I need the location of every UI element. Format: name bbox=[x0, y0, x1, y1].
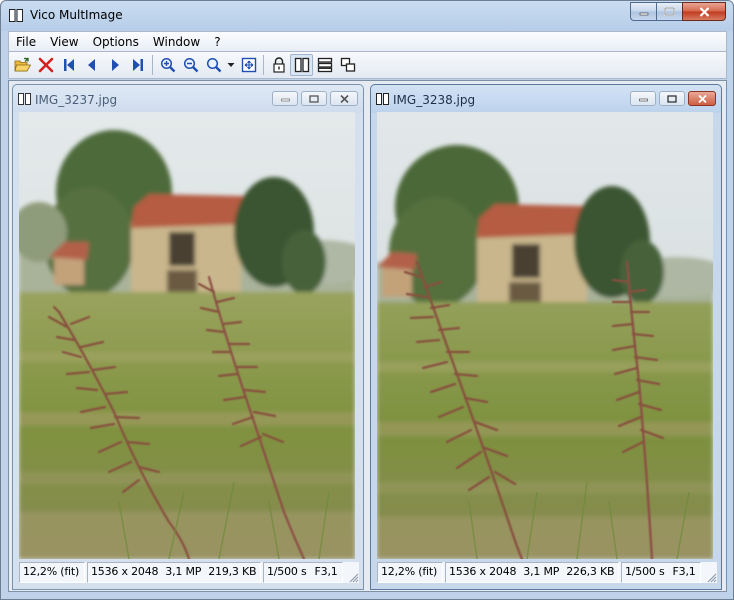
first-image-button[interactable] bbox=[57, 54, 80, 76]
zoom-in-button[interactable] bbox=[156, 54, 179, 76]
previous-image-button[interactable] bbox=[80, 54, 103, 76]
zoom-in-icon bbox=[160, 57, 175, 73]
minimize-icon bbox=[638, 98, 648, 101]
image-window-right[interactable]: IMG_3238.jpg 12,2% (fit) 1536 x 2048 3,1… bbox=[370, 84, 722, 590]
cascade-icon bbox=[340, 57, 355, 72]
next-image-icon bbox=[111, 59, 119, 71]
tile-vertical-icon bbox=[294, 57, 309, 73]
previous-image-icon bbox=[87, 59, 95, 71]
toolbar bbox=[8, 51, 727, 79]
fit-to-window-icon bbox=[241, 57, 256, 73]
close-icon bbox=[339, 94, 349, 103]
lock-button[interactable] bbox=[267, 54, 290, 76]
photo-view[interactable] bbox=[377, 112, 713, 559]
maximize-icon bbox=[309, 94, 319, 103]
maximize-icon bbox=[664, 7, 675, 16]
dimensions-status: 1536 x 2048 bbox=[449, 565, 517, 578]
mdi-client-area: IMG_3237.jpg 12,2% (fit) 1536 x 2048 3,1… bbox=[8, 80, 727, 592]
cascade-button[interactable] bbox=[336, 54, 359, 76]
resize-grip-icon[interactable] bbox=[347, 571, 359, 583]
caption-buttons bbox=[630, 2, 726, 21]
exif-status: 1/500 s F3,1 bbox=[263, 562, 343, 583]
image-window-title: IMG_3238.jpg bbox=[393, 93, 476, 107]
zoom-out-button[interactable] bbox=[179, 54, 202, 76]
aperture-status: F3,1 bbox=[314, 565, 338, 578]
image-info-status: 1536 x 2048 3,1 MP 219,3 KB bbox=[87, 562, 261, 583]
photo-image bbox=[377, 112, 713, 559]
dimensions-status: 1536 x 2048 bbox=[91, 565, 159, 578]
megapixels-status: 3,1 MP bbox=[165, 565, 202, 578]
zoom-status: 12,2% (fit) bbox=[19, 562, 85, 583]
open-button[interactable] bbox=[11, 54, 34, 76]
shutter-status: 1/500 s bbox=[267, 565, 307, 578]
app-titlebar[interactable]: Vico MultImage bbox=[1, 1, 733, 31]
filesize-status: 219,3 KB bbox=[208, 565, 257, 578]
app-window: Vico MultImage File View Options Window … bbox=[0, 0, 734, 600]
close-button[interactable] bbox=[682, 2, 726, 21]
shutter-status: 1/500 s bbox=[625, 565, 665, 578]
child-titlebar[interactable]: IMG_3237.jpg bbox=[13, 85, 363, 113]
menu-view[interactable]: View bbox=[43, 33, 85, 51]
app-logo-icon bbox=[9, 9, 23, 22]
close-icon bbox=[699, 6, 709, 17]
zoom-icon bbox=[206, 57, 221, 73]
aperture-status: F3,1 bbox=[672, 565, 696, 578]
toolbar-separator bbox=[152, 55, 153, 75]
minimize-button[interactable] bbox=[630, 2, 656, 21]
close-icon bbox=[697, 94, 707, 103]
open-folder-icon bbox=[13, 57, 31, 72]
minimize-icon bbox=[639, 12, 648, 15]
tile-horizontal-icon bbox=[317, 57, 332, 73]
image-window-left[interactable]: IMG_3237.jpg 12,2% (fit) 1536 x 2048 3,1… bbox=[12, 84, 364, 590]
zoom-button[interactable] bbox=[202, 54, 225, 76]
exif-status: 1/500 s F3,1 bbox=[621, 562, 701, 583]
child-minimize-button[interactable] bbox=[630, 91, 656, 106]
megapixels-status: 3,1 MP bbox=[523, 565, 560, 578]
image-window-icon bbox=[18, 93, 31, 105]
maximize-button[interactable] bbox=[656, 2, 682, 21]
menu-window[interactable]: Window bbox=[146, 33, 207, 51]
next-image-button[interactable] bbox=[103, 54, 126, 76]
filesize-status: 226,3 KB bbox=[566, 565, 615, 578]
fit-to-window-button[interactable] bbox=[237, 54, 260, 76]
image-info-status: 1536 x 2048 3,1 MP 226,3 KB bbox=[445, 562, 619, 583]
image-statusbar: 12,2% (fit) 1536 x 2048 3,1 MP 226,3 KB … bbox=[377, 562, 717, 583]
first-image-icon bbox=[63, 59, 74, 71]
menu-options[interactable]: Options bbox=[86, 33, 146, 51]
menu-file[interactable]: File bbox=[9, 33, 43, 51]
tile-vertical-button[interactable] bbox=[290, 54, 313, 76]
child-titlebar[interactable]: IMG_3238.jpg bbox=[371, 85, 721, 113]
chevron-down-icon bbox=[227, 63, 235, 67]
close-x-icon bbox=[38, 57, 53, 73]
image-statusbar: 12,2% (fit) 1536 x 2048 3,1 MP 219,3 KB … bbox=[19, 562, 359, 583]
zoom-menu-button[interactable] bbox=[225, 54, 237, 76]
image-window-icon bbox=[376, 93, 389, 105]
child-caption-buttons bbox=[272, 91, 358, 106]
photo-image bbox=[19, 112, 355, 559]
child-maximize-button[interactable] bbox=[301, 91, 327, 106]
toolbar-separator bbox=[263, 55, 264, 75]
child-maximize-button[interactable] bbox=[659, 91, 685, 106]
close-image-button[interactable] bbox=[34, 54, 57, 76]
child-close-button[interactable] bbox=[688, 91, 716, 106]
image-window-title: IMG_3237.jpg bbox=[35, 93, 118, 107]
resize-grip-icon[interactable] bbox=[705, 571, 717, 583]
maximize-icon bbox=[667, 94, 677, 103]
last-image-icon bbox=[132, 59, 143, 71]
app-title: Vico MultImage bbox=[30, 8, 123, 22]
child-caption-buttons bbox=[630, 91, 716, 106]
last-image-button[interactable] bbox=[126, 54, 149, 76]
child-minimize-button[interactable] bbox=[272, 91, 298, 106]
zoom-out-icon bbox=[183, 57, 198, 73]
menubar: File View Options Window ? bbox=[8, 31, 727, 51]
zoom-status: 12,2% (fit) bbox=[377, 562, 443, 583]
child-close-button[interactable] bbox=[330, 91, 358, 106]
tile-horizontal-button[interactable] bbox=[313, 54, 336, 76]
photo-view[interactable] bbox=[19, 112, 355, 559]
minimize-icon bbox=[280, 98, 290, 101]
lock-icon bbox=[272, 57, 285, 73]
menu-help[interactable]: ? bbox=[207, 33, 227, 51]
